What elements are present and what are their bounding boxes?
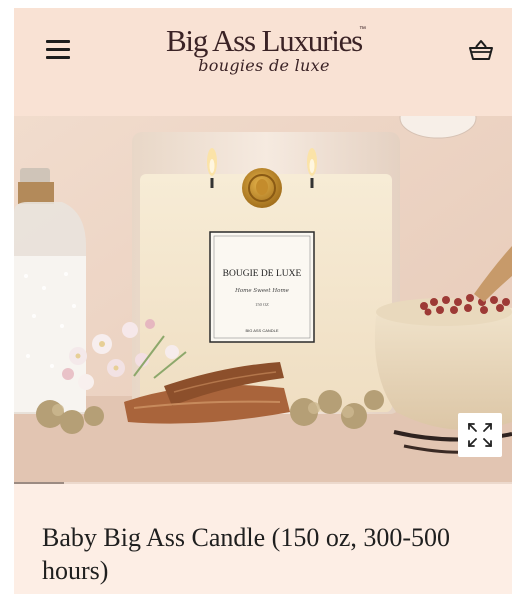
- product-info: Baby Big Ass Candle (150 oz, 300-500 hou…: [14, 484, 512, 594]
- expand-arrows-icon: [468, 423, 492, 447]
- hamburger-menu-icon-bar: [46, 48, 70, 51]
- expand-image-button[interactable]: [458, 413, 502, 457]
- candle-label-line1: Home Sweet Home: [234, 288, 290, 294]
- brand-logo[interactable]: Big Ass Luxuries ™ bougies de luxe: [164, 23, 366, 76]
- shopping-basket-icon: [469, 40, 493, 60]
- product-image[interactable]: BOUGIE DE LUXE Home Sweet Home 150 OZ BI…: [14, 116, 512, 482]
- logo-trademark: ™: [359, 26, 366, 33]
- product-photo: BOUGIE DE LUXE Home Sweet Home 150 OZ BI…: [14, 116, 512, 482]
- logo-tagline: bougies de luxe: [198, 56, 330, 75]
- candle-label-title: BOUGIE DE LUXE: [223, 269, 302, 279]
- menu-button[interactable]: [46, 40, 70, 60]
- product-title: Baby Big Ass Candle (150 oz, 300-500 hou…: [42, 523, 451, 585]
- candle-label-line2: 150 OZ: [255, 302, 269, 307]
- candle-label-brand: BIG ASS CANDLE: [245, 328, 278, 333]
- hamburger-menu-icon: [46, 40, 70, 43]
- cart-button[interactable]: [468, 38, 494, 62]
- site-header: Big Ass Luxuries ™ bougies de luxe: [14, 8, 512, 116]
- page-frame: Big Ass Luxuries ™ bougies de luxe BOUGI…: [14, 8, 512, 594]
- hamburger-menu-icon-bar: [46, 56, 70, 59]
- logo-wordmark: Big Ass Luxuries: [165, 23, 363, 58]
